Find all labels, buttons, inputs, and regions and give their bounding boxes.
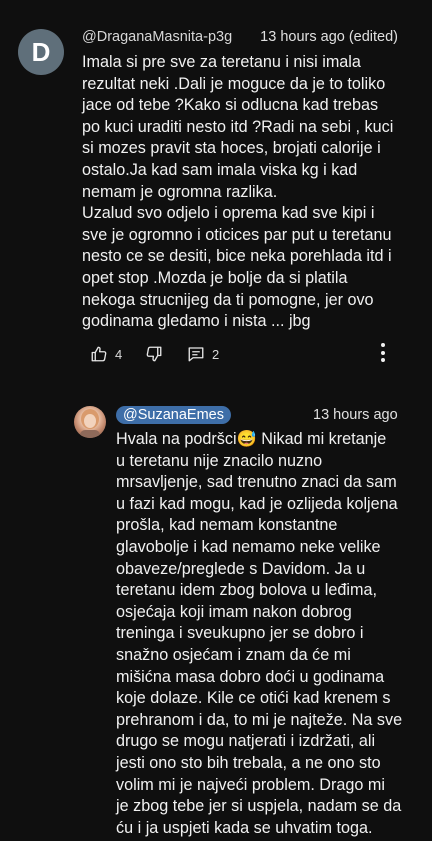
more-vertical-icon[interactable] <box>378 343 388 365</box>
thumb-down-icon <box>145 345 163 363</box>
avatar[interactable] <box>74 406 106 438</box>
comment-icon <box>187 345 205 363</box>
comment-meta: @DraganaMasnita-p3g 13 hours ago (edited… <box>82 29 398 45</box>
dislike-button[interactable] <box>145 343 163 365</box>
reply-text: Hvala na podršci😅 Nikad mi kretanje u te… <box>116 430 403 837</box>
avatar[interactable]: D <box>18 29 64 75</box>
comment-text: Imala si pre sve za teretanu i nisi imal… <box>82 53 394 331</box>
reply-count: 2 <box>212 346 220 362</box>
comment-author[interactable]: @DraganaMasnita-p3g <box>82 29 232 45</box>
like-button[interactable]: 4 <box>90 343 122 365</box>
comment-actions: 4 2 <box>90 343 390 365</box>
comment-time[interactable]: 13 hours ago (edited) <box>260 29 398 45</box>
replies-button[interactable]: 2 <box>187 343 219 365</box>
like-count: 4 <box>115 346 123 362</box>
thumb-up-icon <box>90 345 108 363</box>
reply-time[interactable]: 13 hours ago <box>313 406 398 424</box>
reply-author[interactable]: @SuzanaEmes <box>116 406 231 424</box>
